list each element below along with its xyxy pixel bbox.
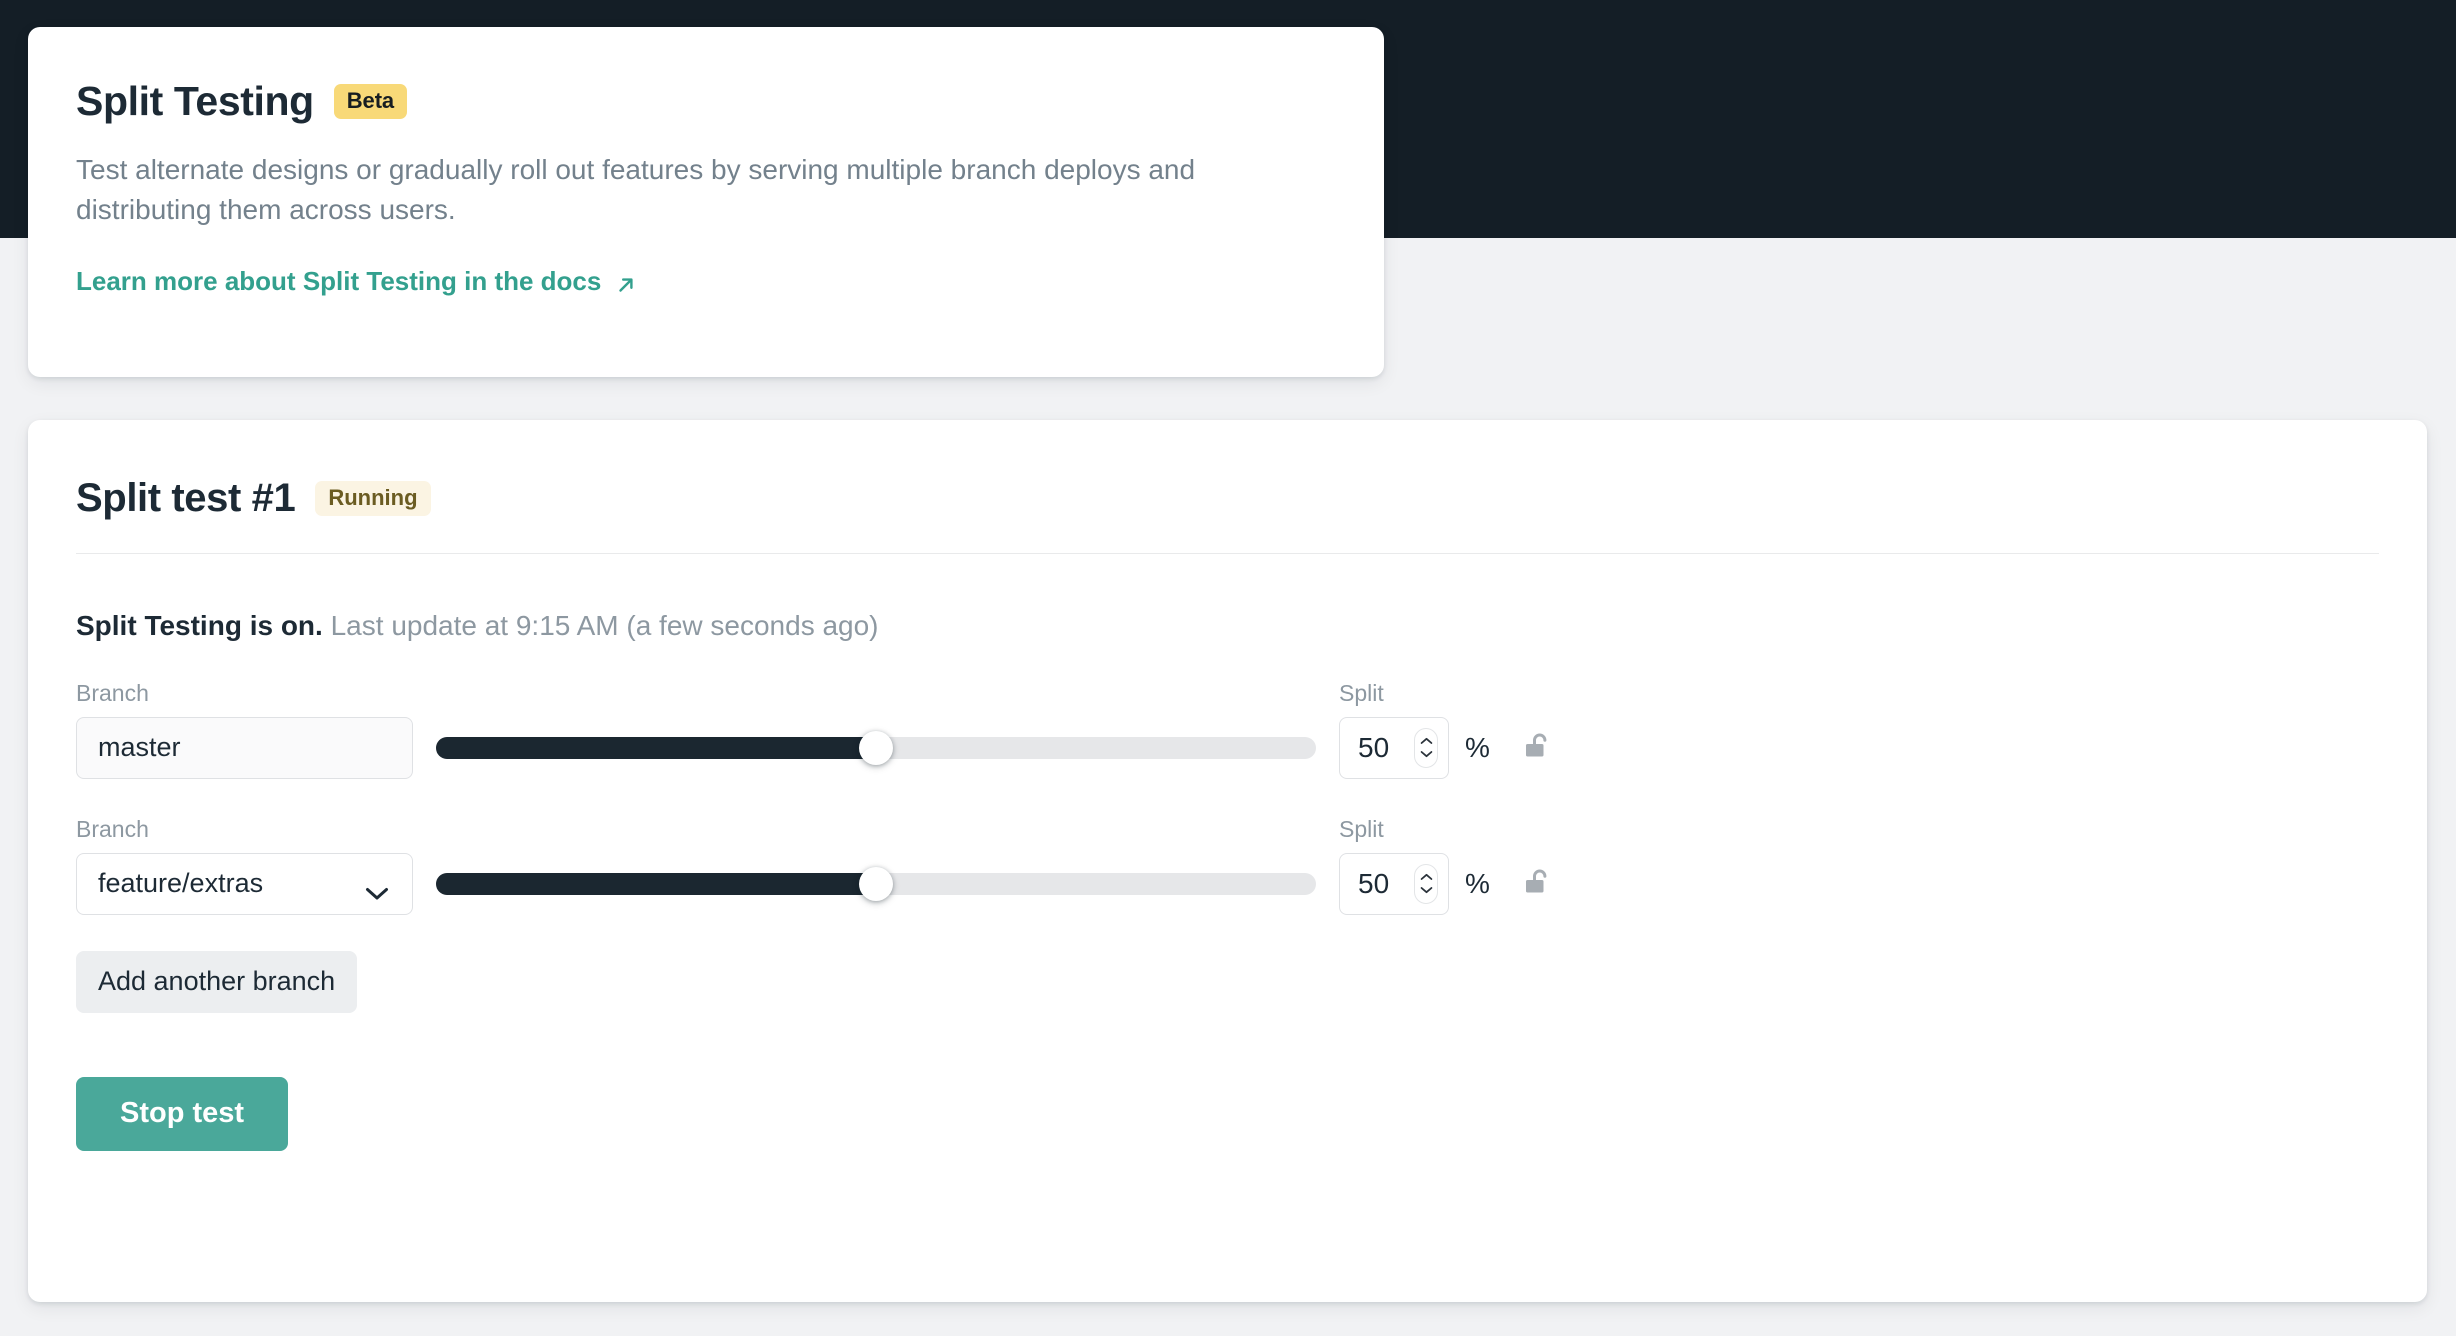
branch-label: Branch [76,679,149,706]
slider-fill [436,872,876,895]
split-slider-feature[interactable] [436,853,1316,915]
split-testing-status-line: Split Testing is on. Last update at 9:15… [76,609,2379,643]
split-value: 50 [1358,867,1390,899]
status-badge: Running [315,480,431,516]
info-card-title-row: Split Testing Beta [76,81,1324,122]
card-divider [76,553,2379,554]
branch-rows: Branch master Split 50 % Branch feature/… [76,679,2379,915]
split-value: 50 [1358,731,1390,763]
chevron-down-icon [365,877,389,900]
split-input-master[interactable]: 50 [1339,716,1449,779]
branch-value: feature/extras [98,868,264,899]
split-field-group: Split 50 [1339,815,1449,915]
lock-open-icon [1521,729,1555,766]
docs-link-label: Learn more about Split Testing in the do… [76,266,602,297]
arrow-up-right-icon [615,272,637,294]
split-testing-info-card: Split Testing Beta Test alternate design… [28,27,1384,377]
split-label: Split [1339,815,1384,842]
branch-row: Branch master Split 50 % [76,679,2379,779]
stop-test-button[interactable]: Stop test [76,1076,289,1151]
docs-link[interactable]: Learn more about Split Testing in the do… [76,266,637,297]
branch-input-master[interactable]: master [76,716,413,779]
branch-label: Branch [76,815,149,842]
percent-symbol: % [1465,731,1490,763]
split-input-feature[interactable]: 50 [1339,852,1449,915]
branch-row: Branch feature/extras Split 50 % [76,815,2379,915]
branch-field-group: Branch feature/extras [76,815,413,915]
split-label: Split [1339,679,1384,706]
lock-open-icon [1521,865,1555,902]
quantity-stepper[interactable] [1414,727,1438,768]
slider-thumb[interactable] [859,730,893,765]
chevron-up-icon [1420,737,1432,744]
slider-fill [436,736,876,759]
add-branch-row: Add another branch [76,915,2379,1013]
split-test-card: Split test #1 Running Split Testing is o… [28,420,2427,1302]
stop-test-row: Stop test [76,1013,2379,1151]
lock-toggle-feature[interactable] [1518,853,1558,915]
beta-badge: Beta [333,84,408,119]
info-card-description: Test alternate designs or gradually roll… [76,154,1196,226]
page-title: Split Testing [76,78,314,124]
split-test-title: Split test #1 [76,476,296,520]
branch-value: master [98,732,181,763]
status-strong-text: Split Testing is on. [76,610,323,641]
add-another-branch-button[interactable]: Add another branch [76,950,358,1013]
split-slider-master[interactable] [436,717,1316,779]
status-detail-text: Last update at 9:15 AM (a few seconds ag… [330,610,879,641]
split-test-title-row: Split test #1 Running [76,420,2379,518]
branch-field-group: Branch master [76,679,413,779]
chevron-up-icon [1420,873,1432,880]
chevron-down-icon [1420,887,1432,894]
branch-select-feature[interactable]: feature/extras [76,852,413,915]
slider-thumb[interactable] [859,866,893,901]
lock-toggle-master[interactable] [1518,717,1558,779]
split-field-group: Split 50 [1339,679,1449,779]
quantity-stepper[interactable] [1414,863,1438,904]
percent-symbol: % [1465,867,1490,899]
chevron-down-icon [1420,751,1432,758]
